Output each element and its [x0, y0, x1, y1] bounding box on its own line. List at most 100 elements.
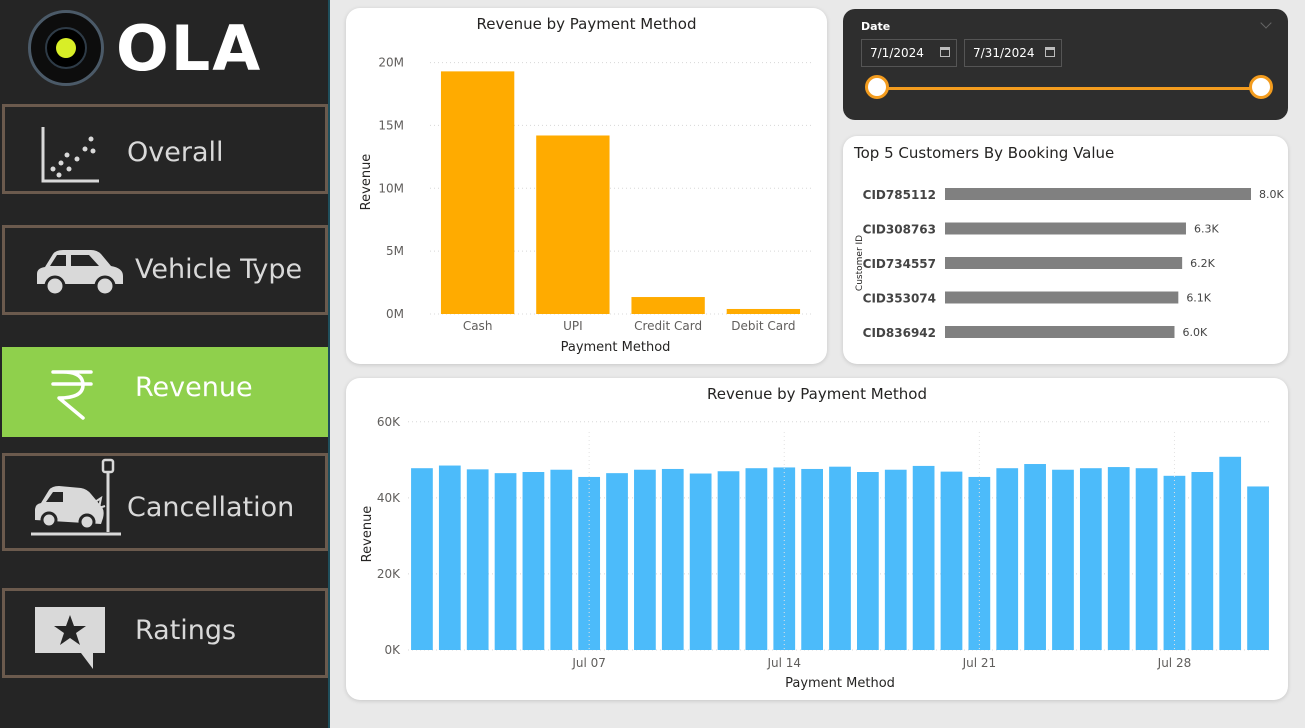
date-range-start-handle[interactable] — [865, 75, 889, 99]
bar — [773, 467, 796, 650]
bar — [1247, 486, 1269, 650]
x-axis-label: Payment Method — [785, 676, 895, 691]
bar — [494, 473, 517, 650]
bar — [1219, 456, 1242, 650]
payment-method-chart: 0M 5M 10M 15M 20M Cash UPI Credit Card Debit Car… — [359, 56, 811, 355]
date-slicer-title: Date — [861, 20, 891, 33]
rupee-icon — [51, 370, 93, 420]
y-tick-label: 20M — [378, 56, 404, 70]
x-tick-label: Cash — [463, 319, 493, 333]
data-label: 8.0K — [1259, 188, 1284, 201]
bar — [1052, 469, 1074, 650]
bar — [945, 257, 1183, 269]
sidebar: OLA Overall Vehicle Type Revenue Cancell… — [0, 0, 330, 728]
data-label: 6.1K — [1186, 292, 1211, 305]
x-tick-label: Jul 07 — [571, 656, 606, 670]
nav-item-overall[interactable]: Overall — [2, 104, 328, 194]
nav-item-vehicle-type[interactable]: Vehicle Type — [2, 225, 328, 315]
bar — [411, 468, 433, 650]
daily-revenue-chart: 0K 20K 40K 60K Jul 07 Jul 14 Jul 21 Jul 28 Payme… — [360, 415, 1272, 691]
end-date-input[interactable]: 7/31/2024 — [964, 39, 1062, 67]
date-range-track[interactable] — [877, 87, 1261, 90]
bar — [631, 297, 705, 314]
bar — [522, 472, 545, 650]
bar — [438, 465, 461, 650]
y-tick-label: 10M — [378, 181, 404, 195]
y-tick-label: 60K — [377, 415, 401, 429]
nav-label-revenue: Revenue — [135, 372, 253, 403]
daily-revenue-chart-card: Revenue by Payment Method 0K 20K 40K 60K Jul… — [346, 378, 1288, 700]
x-tick-label: Debit Card — [731, 319, 795, 333]
x-axis-label: Payment Method — [561, 340, 671, 355]
bar — [829, 466, 851, 650]
bar — [940, 471, 963, 650]
y-tick-label: 0K — [384, 643, 401, 657]
calendar-icon[interactable] — [940, 47, 950, 57]
start-date-input[interactable]: 7/1/2024 — [861, 39, 957, 67]
star-message-icon — [35, 607, 105, 669]
y-tick-label: CID836942 — [863, 326, 936, 340]
bar — [801, 468, 823, 650]
bar — [945, 326, 1175, 338]
bar — [745, 468, 768, 650]
bar — [1107, 467, 1130, 650]
bar — [466, 469, 489, 650]
ola-logo-icon — [28, 10, 104, 86]
bar — [606, 473, 628, 650]
y-tick-label: CID785112 — [863, 188, 936, 202]
date-slicer[interactable]: Date 7/1/2024 7/31/2024 — [843, 9, 1288, 120]
y-tick-label: 40K — [377, 491, 401, 505]
nav-item-cancellation[interactable]: Cancellation — [2, 453, 328, 551]
bar — [717, 471, 740, 650]
y-tick-label: 20K — [377, 567, 401, 581]
nav-label-cancellation: Cancellation — [127, 492, 295, 523]
chevron-down-icon[interactable] — [1260, 17, 1272, 29]
x-tick-label: Jul 21 — [962, 656, 997, 670]
car-crash-icon — [31, 458, 121, 536]
y-axis-label: Revenue — [360, 506, 375, 563]
bar — [945, 222, 1186, 235]
bar — [945, 188, 1251, 200]
y-tick-label: CID353074 — [863, 292, 936, 306]
y-tick-label: 0M — [386, 307, 404, 321]
bar — [536, 135, 610, 314]
bar — [550, 469, 573, 650]
scatter-chart-icon — [41, 127, 99, 183]
bar — [634, 469, 656, 650]
nav-item-revenue[interactable]: Revenue — [2, 347, 328, 437]
nav-item-ratings[interactable]: Ratings — [2, 588, 328, 678]
y-axis-label: Revenue — [359, 154, 374, 211]
y-tick-label: CID734557 — [863, 257, 936, 271]
x-tick-label: UPI — [563, 319, 583, 333]
y-tick-label: 5M — [386, 244, 404, 258]
top-customers-chart-card: Top 5 Customers By Booking Value CID7851… — [843, 136, 1288, 364]
bar — [884, 469, 907, 650]
y-tick-label: CID308763 — [863, 223, 936, 237]
bar — [1191, 472, 1214, 650]
bar — [912, 465, 935, 650]
x-tick-label: Jul 28 — [1157, 656, 1192, 670]
calendar-icon[interactable] — [1045, 47, 1055, 57]
bar — [440, 71, 515, 314]
end-date-value: 7/31/2024 — [973, 46, 1035, 60]
y-tick-label: 15M — [378, 118, 404, 132]
nav-label-overall: Overall — [127, 137, 224, 168]
data-label: 6.2K — [1190, 257, 1215, 270]
bar — [945, 291, 1179, 304]
y-axis-label: Customer ID — [855, 235, 865, 291]
top-customers-chart: CID785112 8.0K CID308763 6.3K CID734557 6.2K C… — [855, 188, 1284, 340]
bar — [1135, 468, 1158, 650]
bar — [661, 468, 684, 650]
start-date-value: 7/1/2024 — [870, 46, 924, 60]
date-range-end-handle[interactable] — [1249, 75, 1273, 99]
payment-method-chart-card: Revenue by Payment Method 0M 5M 10M 15M 20M C… — [346, 8, 827, 364]
nav-label-vehicle-type: Vehicle Type — [135, 254, 303, 285]
bar — [996, 468, 1019, 650]
bar — [857, 472, 879, 650]
car-icon — [37, 250, 123, 297]
x-tick-label: Credit Card — [634, 319, 702, 333]
bar — [726, 308, 801, 314]
x-tick-label: Jul 14 — [766, 656, 801, 670]
bar — [1079, 468, 1102, 650]
nav-label-ratings: Ratings — [135, 615, 237, 646]
